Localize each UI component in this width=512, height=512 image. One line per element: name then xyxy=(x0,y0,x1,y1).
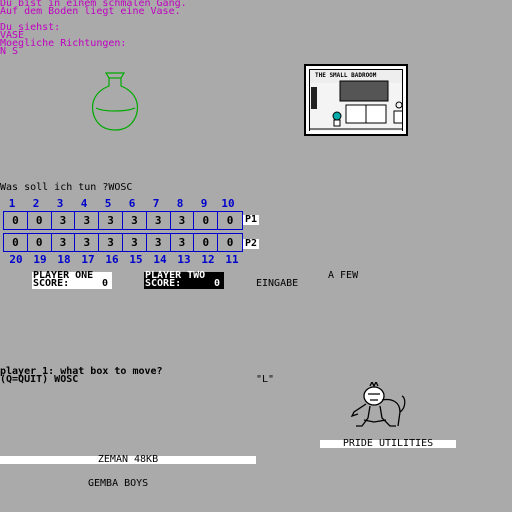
story-line-2: Auf dem Boden liegt eine Vase. xyxy=(0,6,181,17)
pit-number: 7 xyxy=(152,197,160,210)
pit[interactable]: 0 xyxy=(4,212,28,229)
pit[interactable]: 3 xyxy=(171,234,195,251)
pit[interactable]: 0 xyxy=(194,234,219,251)
pit-number: 13 xyxy=(177,253,191,266)
p2-tag: P2 xyxy=(243,238,259,249)
pit-number: 10 xyxy=(221,197,235,210)
pit[interactable]: 0 xyxy=(4,234,28,251)
pit-number: 1 xyxy=(8,197,16,210)
pit-number: 8 xyxy=(176,197,184,210)
command-prompt: Was soll ich tun ?WOSC xyxy=(0,182,133,193)
lion-logo-icon xyxy=(350,382,406,427)
pit-number: 9 xyxy=(200,197,208,210)
pit[interactable]: 3 xyxy=(147,234,171,251)
pit[interactable]: 0 xyxy=(194,212,219,229)
vase-image xyxy=(91,72,139,131)
pit-number: 6 xyxy=(128,197,136,210)
board-row-p1: 0 0 3 3 3 3 3 3 0 0 xyxy=(3,211,243,230)
pit[interactable]: 3 xyxy=(99,212,123,229)
pit[interactable]: 3 xyxy=(99,234,123,251)
pit[interactable]: 0 xyxy=(28,212,52,229)
player-two-panel: PLAYER TWO SCORE: 0 xyxy=(144,271,224,289)
pit-number: 11 xyxy=(225,253,239,266)
pit[interactable]: 3 xyxy=(75,234,100,251)
pit-number: 17 xyxy=(81,253,95,266)
pit-number: 16 xyxy=(105,253,119,266)
pride-utilities-banner: PRIDE UTILITIES xyxy=(320,439,456,449)
pit[interactable]: 0 xyxy=(28,234,52,251)
player-one-panel: PLAYER ONE SCORE: 0 xyxy=(32,271,112,289)
pit[interactable]: 3 xyxy=(171,212,195,229)
pit-number: 12 xyxy=(201,253,215,266)
game-board: 0 0 3 3 3 3 3 3 0 0 P1 0 0 3 3 3 3 3 3 0… xyxy=(3,211,259,253)
board-row-p2: 0 0 3 3 3 3 3 3 0 0 xyxy=(3,233,243,252)
player-two-score: 0 xyxy=(213,278,220,289)
pit[interactable]: 3 xyxy=(147,212,171,229)
player-one-score-label: SCORE: xyxy=(33,278,70,289)
pit-number: 18 xyxy=(57,253,71,266)
pit-number: 2 xyxy=(32,197,40,210)
pit[interactable]: 3 xyxy=(52,212,76,229)
room-title: THE SMALL BADROOM xyxy=(315,72,377,79)
room-picture: THE SMALL BADROOM xyxy=(304,64,408,136)
pit[interactable]: 3 xyxy=(123,212,147,229)
move-input[interactable]: (Q=QUIT) WOSC xyxy=(0,375,78,385)
pit-number: 15 xyxy=(129,253,143,266)
player-one-score-row: SCORE: 0 xyxy=(32,278,112,289)
player-one-score: 0 xyxy=(101,278,108,289)
board-top-numbers: 1 2 3 4 5 6 7 8 9 10 xyxy=(0,197,256,210)
pit[interactable]: 3 xyxy=(75,212,100,229)
player-two-score-row: SCORE: 0 xyxy=(144,278,224,289)
pit-number: 5 xyxy=(104,197,112,210)
player-two-score-label: SCORE: xyxy=(145,278,182,289)
zeman-banner: ZEMAN 48KB xyxy=(0,455,256,465)
pit[interactable]: 3 xyxy=(123,234,147,251)
pit[interactable]: 3 xyxy=(52,234,76,251)
story-line-5: Moegliche Richtungen: xyxy=(0,38,127,49)
pit[interactable]: 0 xyxy=(218,234,242,251)
pit-number: 19 xyxy=(33,253,47,266)
pit-number: 3 xyxy=(56,197,64,210)
story-line-6: N S xyxy=(0,46,19,57)
room-scene xyxy=(310,80,402,131)
room-frame: THE SMALL BADROOM xyxy=(309,69,403,131)
pit-number: 14 xyxy=(153,253,167,266)
pit-number: 20 xyxy=(9,253,23,266)
gemba-boys-text: GEMBA BOYS xyxy=(88,478,149,489)
eingabe-label: EINGABE xyxy=(256,278,299,289)
pit-number: 4 xyxy=(80,197,88,210)
p1-tag: P1 xyxy=(243,214,259,225)
a-few-text: A FEW xyxy=(328,270,359,281)
board-bottom-numbers: 20 19 18 17 16 15 14 13 12 11 xyxy=(4,253,260,266)
quote-l-text: "L" xyxy=(256,374,275,385)
pit[interactable]: 0 xyxy=(218,212,242,229)
